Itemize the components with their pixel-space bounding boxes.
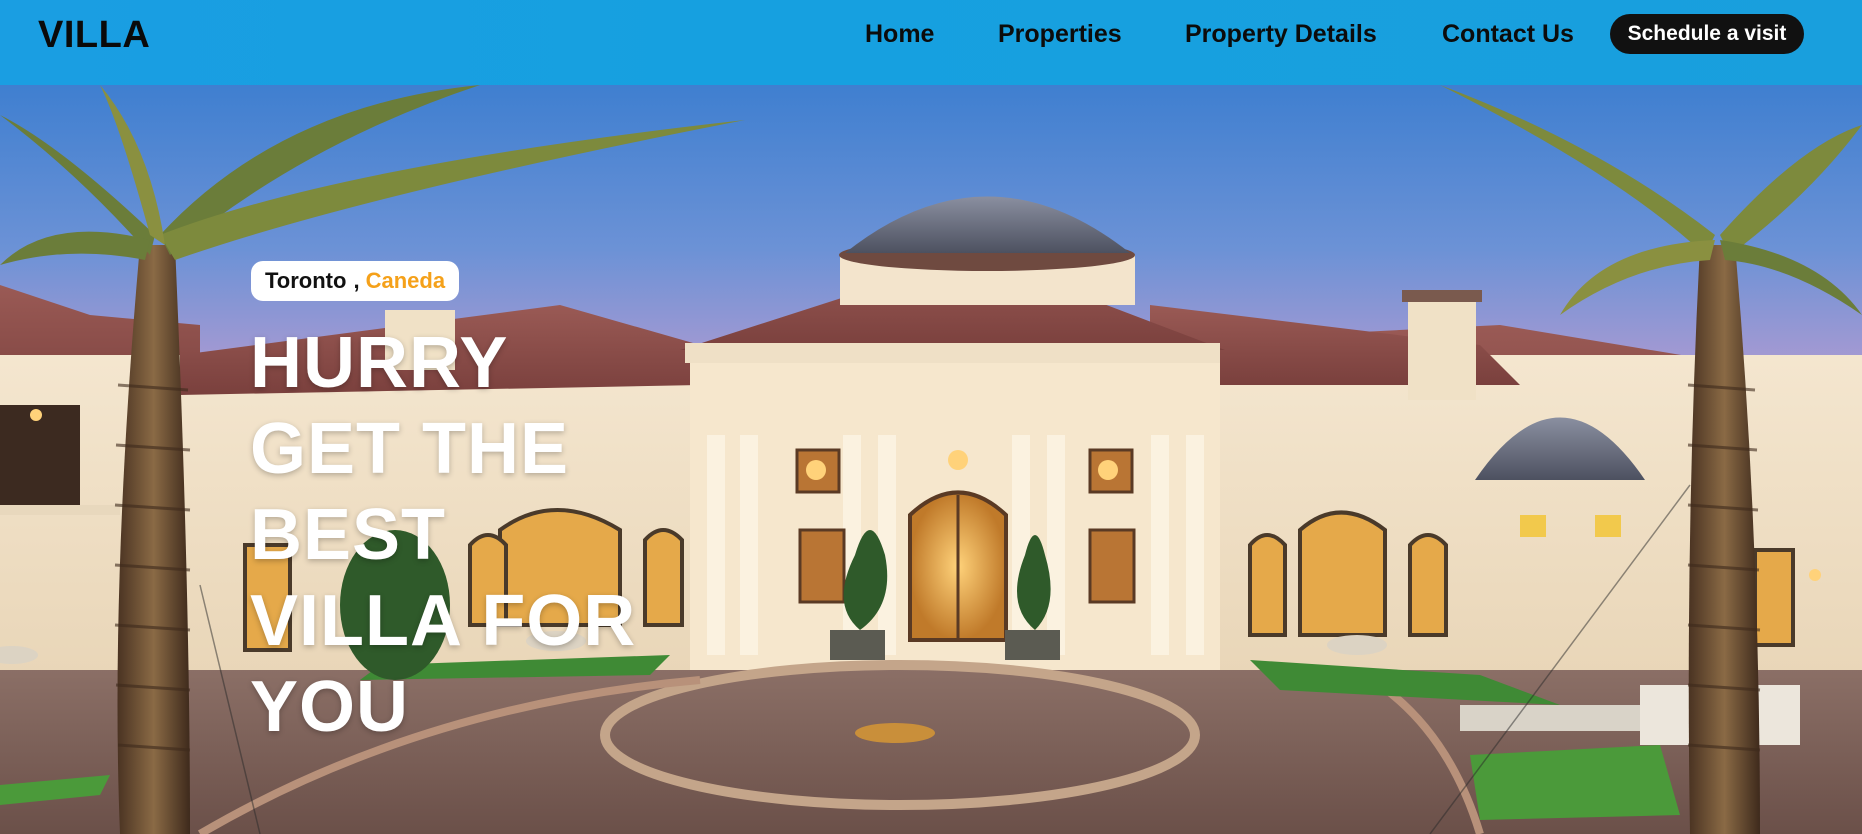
schedule-visit-button[interactable]: Schedule a visit xyxy=(1610,14,1804,54)
site-header: VILLA Home Properties Property Details C… xyxy=(0,0,1862,85)
nav-properties-link[interactable]: Properties xyxy=(998,20,1122,49)
site-logo[interactable]: VILLA xyxy=(38,14,150,57)
location-separator: , xyxy=(353,268,360,293)
hero-headline: HURRY GET THE BEST VILLA FOR YOU xyxy=(250,323,637,747)
nav-contact-link[interactable]: Contact Us xyxy=(1442,20,1574,49)
location-country: Caneda xyxy=(365,268,446,293)
location-badge: Toronto , Caneda xyxy=(251,261,460,301)
nav-property-details-link[interactable]: Property Details xyxy=(1185,20,1377,49)
nav-home-link[interactable]: Home xyxy=(865,20,934,49)
hero-section: Toronto , Caneda HURRY GET THE BEST VILL… xyxy=(0,85,1862,834)
location-city: Toronto xyxy=(265,268,347,293)
